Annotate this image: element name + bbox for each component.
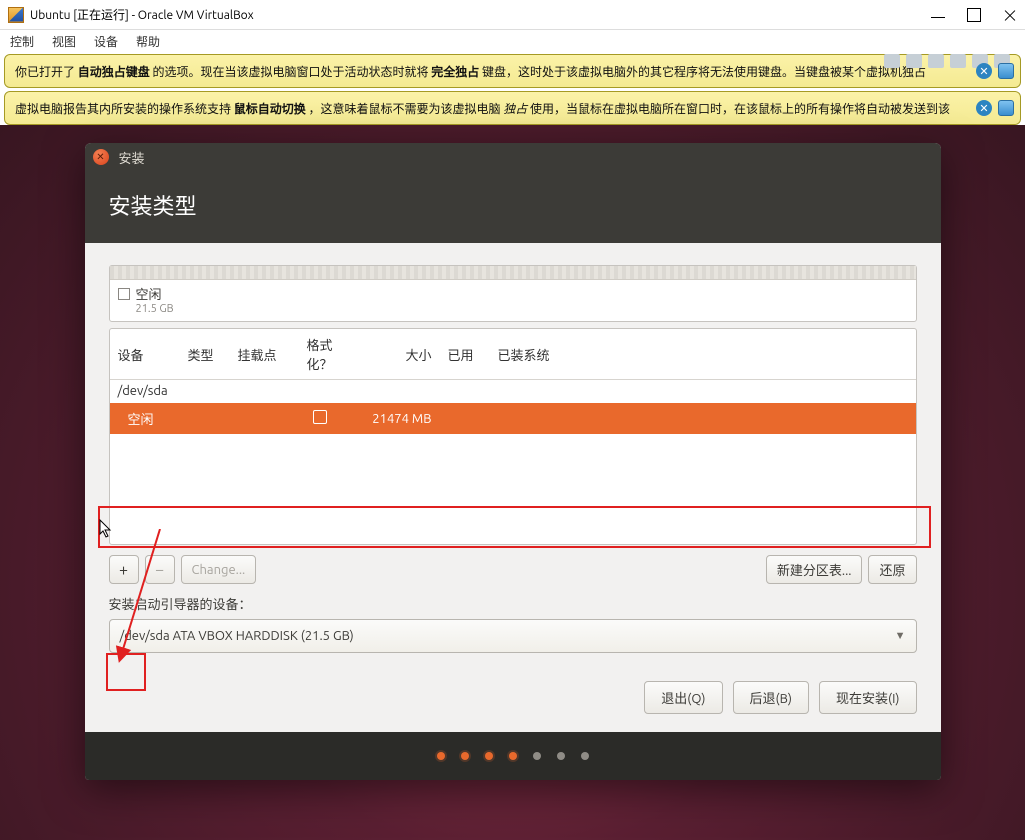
banner-pin-icon[interactable] <box>998 100 1014 116</box>
disk-usage-bar: 空闲 21.5 GB <box>109 265 917 322</box>
maximize-button[interactable] <box>967 8 981 22</box>
progress-dot <box>437 752 445 760</box>
menu-view[interactable]: 视图 <box>52 33 76 50</box>
installer-titlebar: ✕ 安装 <box>85 143 941 171</box>
chevron-down-icon: ▼ <box>895 630 906 642</box>
col-os: 已装系统 <box>490 339 916 370</box>
progress-dot <box>533 752 541 760</box>
progress-dots <box>85 732 941 780</box>
quit-button[interactable]: 退出(Q) <box>644 681 722 714</box>
free-space-size: 21.5 GB <box>118 303 908 315</box>
banner-close-icon[interactable]: ✕ <box>976 100 992 116</box>
menu-control[interactable]: 控制 <box>10 33 34 50</box>
col-device: 设备 <box>110 339 180 370</box>
close-button[interactable] <box>1003 8 1017 22</box>
bootloader-label: 安装启动引导器的设备： <box>109 594 917 613</box>
format-checkbox <box>290 404 350 433</box>
col-type: 类型 <box>180 339 230 370</box>
bootloader-device-select[interactable]: /dev/sda ATA VBOX HARDDISK (21.5 GB) ▼ <box>109 619 917 653</box>
partition-row-label: 空闲 <box>110 403 180 434</box>
banner-pin-icon[interactable] <box>998 63 1014 79</box>
installer-window: ✕ 安装 安装类型 空闲 21.5 GB 设备 类型 挂载点 <box>85 143 941 780</box>
change-partition-button[interactable]: Change... <box>181 555 257 584</box>
partition-table: 设备 类型 挂载点 格式化？ 大小 已用 已装系统 /dev/sda 空闲 21… <box>109 328 917 545</box>
col-format: 格式化？ <box>290 329 350 379</box>
banner-close-icon[interactable]: ✕ <box>976 63 992 79</box>
progress-dot <box>509 752 517 760</box>
progress-dot <box>485 752 493 760</box>
revert-button[interactable]: 还原 <box>868 555 916 584</box>
progress-dot <box>461 752 469 760</box>
menu-help[interactable]: 帮助 <box>136 33 160 50</box>
partition-row-free[interactable]: 空闲 21474 MB <box>110 403 916 434</box>
installer-close-button[interactable]: ✕ <box>93 149 109 165</box>
menu-devices[interactable]: 设备 <box>94 33 118 50</box>
installer-title: 安装 <box>119 148 145 167</box>
virtualbox-icon <box>8 7 24 23</box>
vm-desktop: ✕ 安装 安装类型 空闲 21.5 GB 设备 类型 挂载点 <box>0 125 1025 840</box>
free-space-label: 空闲 <box>136 284 162 303</box>
minimize-button[interactable] <box>931 8 945 22</box>
free-space-checkbox <box>118 288 130 300</box>
col-mount: 挂载点 <box>230 339 290 370</box>
progress-dot <box>557 752 565 760</box>
device-group-row[interactable]: /dev/sda <box>110 380 916 403</box>
col-size: 大小 <box>350 339 440 370</box>
partition-table-header: 设备 类型 挂载点 格式化？ 大小 已用 已装系统 <box>110 329 916 380</box>
mouse-integration-banner: 虚拟电脑报告其内所安装的操作系统支持 鼠标自动切换 ，这意味着鼠标不需要为该虚拟… <box>4 91 1021 125</box>
host-menubar: 控制 视图 设备 帮助 <box>0 30 1025 52</box>
host-titlebar: Ubuntu [正在运行] - Oracle VM VirtualBox <box>0 0 1025 30</box>
col-used: 已用 <box>440 339 490 370</box>
install-now-button[interactable]: 现在安装(I) <box>819 681 917 714</box>
partition-row-size: 21474 MB <box>350 406 440 432</box>
back-button[interactable]: 后退(B) <box>733 681 809 714</box>
installer-heading: 安装类型 <box>85 171 941 243</box>
add-partition-button[interactable]: + <box>109 555 139 584</box>
host-title: Ubuntu [正在运行] - Oracle VM VirtualBox <box>30 6 254 23</box>
vm-mini-icons <box>884 54 1010 68</box>
new-partition-table-button[interactable]: 新建分区表... <box>766 555 863 584</box>
progress-dot <box>581 752 589 760</box>
bootloader-device-value: /dev/sda ATA VBOX HARDDISK (21.5 GB) <box>120 629 354 643</box>
keyboard-capture-banner: 你已打开了 自动独占键盘 的选项。现在当该虚拟电脑窗口处于活动状态时就将 完全独… <box>4 54 1021 88</box>
remove-partition-button[interactable]: − <box>145 555 175 584</box>
